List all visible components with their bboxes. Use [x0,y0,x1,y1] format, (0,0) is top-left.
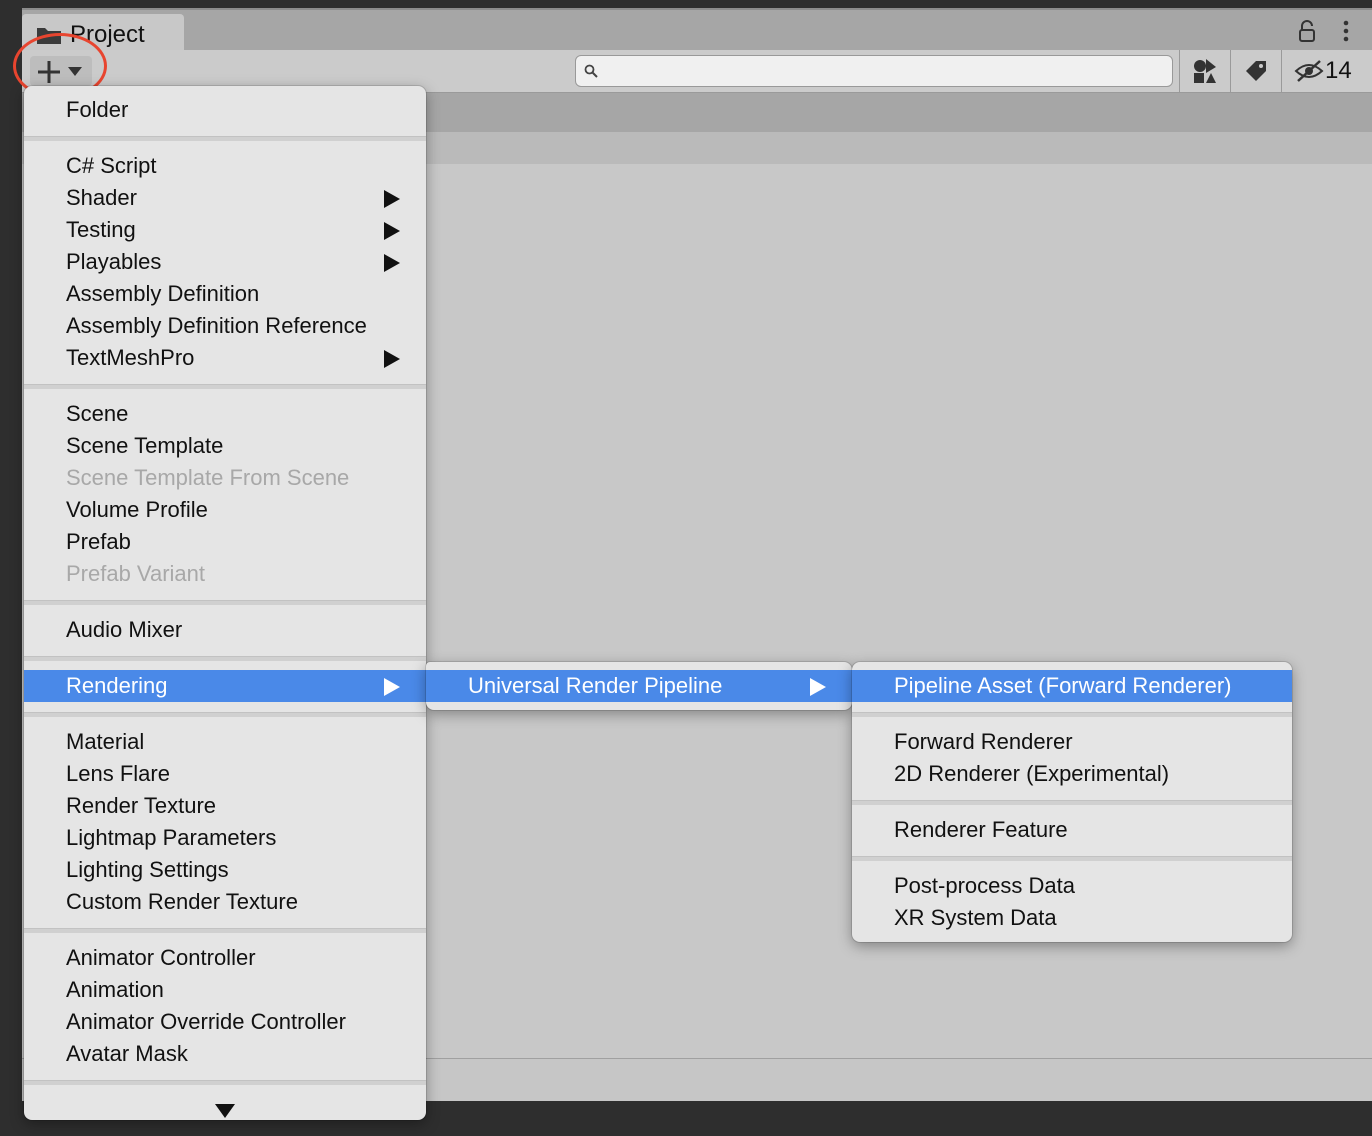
menu-item-pipeline-asset[interactable]: Pipeline Asset (Forward Renderer) [852,670,1292,702]
lock-icon[interactable] [1298,20,1316,42]
menu-item-scene-template[interactable]: Scene Template [24,430,426,462]
menu-item-assembly-definition-reference[interactable]: Assembly Definition Reference [24,310,426,342]
menu-item-label: Pipeline Asset (Forward Renderer) [894,673,1232,698]
menu-item-csharp-script[interactable]: C# Script [24,150,426,182]
menu-item-folder[interactable]: Folder [24,94,426,126]
menu-item-lighting-settings[interactable]: Lighting Settings [24,854,426,886]
menu-item-label: Scene Template [66,433,224,458]
tab-strip: Project [22,8,1372,54]
toolbar-divider [1230,50,1231,92]
toolbar-divider [1179,50,1180,92]
menu-item-label: Scene [66,401,129,426]
menu-item-label: Render Texture [66,793,217,818]
menu-item-label: Prefab Variant [66,561,206,586]
menu-item-label: Custom Render Texture [66,889,298,914]
search-input[interactable] [606,59,1160,83]
menu-item-label: Scene Template From Scene [66,465,350,490]
triangle-right-icon [384,254,400,272]
menu-item-2d-renderer[interactable]: 2D Renderer (Experimental) [852,758,1292,790]
menu-item-textmeshpro[interactable]: TextMeshPro [24,342,426,374]
triangle-down-icon[interactable] [215,1104,235,1118]
menu-item-custom-render-texture[interactable]: Custom Render Texture [24,886,426,918]
toolbar-divider [1281,50,1282,92]
menu-item-scene[interactable]: Scene [24,398,426,430]
menu-item-universal-render-pipeline[interactable]: Universal Render Pipeline [426,670,852,702]
menu-item-animator-override-controller[interactable]: Animator Override Controller [24,1006,426,1038]
label-icon[interactable] [1244,59,1268,83]
menu-item-xr-system-data[interactable]: XR System Data [852,902,1292,934]
menu-separator [24,712,426,717]
menu-separator [24,600,426,605]
menu-item-rendering[interactable]: Rendering [24,670,426,702]
menu-item-label: Lens Flare [66,761,170,786]
urp-submenu: Pipeline Asset (Forward Renderer) Forwar… [852,662,1292,942]
triangle-right-icon [384,190,400,208]
menu-item-label: 2D Renderer (Experimental) [894,761,1170,786]
eye-slash-icon[interactable] [1294,59,1324,83]
menu-item-label: Renderer Feature [894,817,1068,842]
menu-item-label: Assembly Definition Reference [66,313,367,338]
menu-item-label: Rendering [66,673,168,698]
menu-item-post-process-data[interactable]: Post-process Data [852,870,1292,902]
menu-separator [24,1080,426,1085]
menu-item-prefab-variant: Prefab Variant [24,558,426,590]
menu-item-assembly-definition[interactable]: Assembly Definition [24,278,426,310]
menu-item-label: Animator Override Controller [66,1009,346,1034]
menu-item-label: Universal Render Pipeline [468,673,723,698]
menu-separator [24,928,426,933]
menu-separator [24,136,426,141]
search-field[interactable] [575,55,1173,87]
kebab-menu-icon[interactable] [1342,20,1350,42]
menu-item-label: Assembly Definition [66,281,260,306]
hidden-packages-count: 14 [1325,57,1352,84]
menu-item-label: Avatar Mask [66,1041,188,1066]
menu-item-label: Testing [66,217,136,242]
menu-item-label: Material [66,729,145,754]
menu-item-label: Forward Renderer [894,729,1073,754]
menu-item-shader[interactable]: Shader [24,182,426,214]
menu-item-animator-controller[interactable]: Animator Controller [24,942,426,974]
menu-item-label: Lighting Settings [66,857,229,882]
menu-separator [852,856,1292,861]
menu-item-label: Audio Mixer [66,617,183,642]
menu-item-scene-template-from-scene: Scene Template From Scene [24,462,426,494]
menu-item-label: Animator Controller [66,945,256,970]
menu-item-avatar-mask[interactable]: Avatar Mask [24,1038,426,1070]
menu-item-label: Shader [66,185,137,210]
menu-item-label: Animation [66,977,164,1002]
menu-item-label: XR System Data [894,905,1057,930]
menu-item-label: C# Script [66,153,157,178]
menu-item-material[interactable]: Material [24,726,426,758]
menu-item-prefab[interactable]: Prefab [24,526,426,558]
triangle-right-icon [384,678,400,696]
create-menu: Folder C# Script Shader Testing Playable… [24,86,426,1120]
menu-item-label: TextMeshPro [66,345,195,370]
menu-item-lens-flare[interactable]: Lens Flare [24,758,426,790]
menu-separator [24,656,426,661]
menu-item-audio-mixer[interactable]: Audio Mixer [24,614,426,646]
menu-item-render-texture[interactable]: Render Texture [24,790,426,822]
triangle-right-icon [384,350,400,368]
menu-item-label: Post-process Data [894,873,1075,898]
triangle-right-icon [810,678,826,696]
menu-item-label: Playables [66,249,162,274]
menu-item-testing[interactable]: Testing [24,214,426,246]
menu-item-playables[interactable]: Playables [24,246,426,278]
menu-item-renderer-feature[interactable]: Renderer Feature [852,814,1292,846]
menu-item-label: Volume Profile [66,497,208,522]
triangle-right-icon [384,222,400,240]
type-filter-icon[interactable] [1192,57,1218,85]
menu-item-label: Folder [66,97,129,122]
menu-item-forward-renderer[interactable]: Forward Renderer [852,726,1292,758]
menu-separator [852,712,1292,717]
menu-separator [24,384,426,389]
menu-separator [852,800,1292,805]
menu-item-label: Prefab [66,529,131,554]
search-icon [584,64,598,78]
menu-item-lightmap-parameters[interactable]: Lightmap Parameters [24,822,426,854]
menu-item-animation[interactable]: Animation [24,974,426,1006]
menu-item-label: Lightmap Parameters [66,825,277,850]
menu-item-volume-profile[interactable]: Volume Profile [24,494,426,526]
rendering-submenu: Universal Render Pipeline [426,662,852,710]
